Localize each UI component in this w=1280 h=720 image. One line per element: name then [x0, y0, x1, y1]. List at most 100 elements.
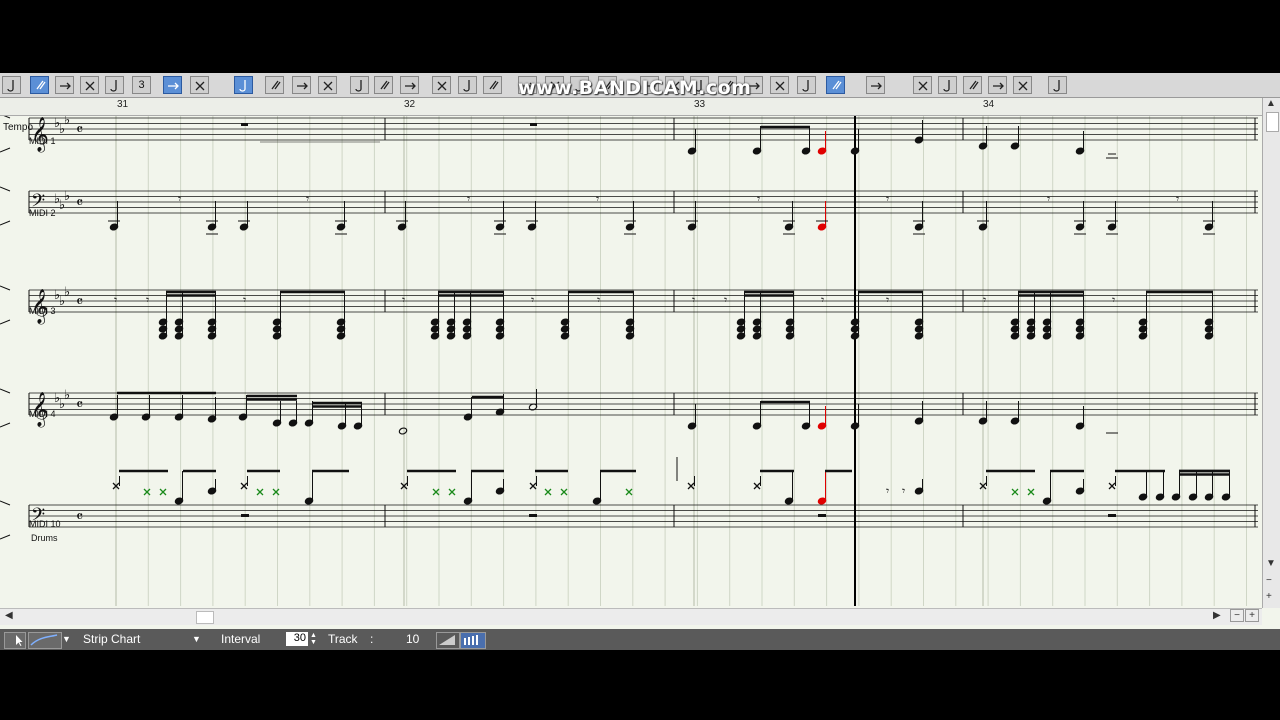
- tie-button[interactable]: [988, 76, 1007, 94]
- beam-join-button[interactable]: [350, 76, 369, 94]
- select-tool-button[interactable]: [2, 76, 21, 94]
- vertical-scrollbar[interactable]: ▲ ▼ − +: [1262, 98, 1280, 608]
- eighth-rest-icon: 𝄾: [692, 293, 695, 307]
- grace-note-button[interactable]: [265, 76, 284, 94]
- insert-bar-button[interactable]: [483, 76, 502, 94]
- drum-note[interactable]: [256, 488, 264, 496]
- drum-note[interactable]: [240, 482, 248, 490]
- eighth-rest-icon: 𝄾: [306, 192, 309, 206]
- spin-down-icon[interactable]: ▼: [310, 639, 317, 650]
- track-marker-icon: [0, 116, 11, 153]
- eighth-rest-icon: 𝄾: [1112, 293, 1115, 307]
- eighth-note-button[interactable]: [105, 76, 124, 94]
- staff-canvas[interactable]: 𝄞 ♭♭♭ 𝄴𝄢 ♭♭♭ 𝄴𝄞 ♭♭♭ 𝄴𝄞 ♭♭♭ 𝄴𝄢 𝄴♪𝄾 𝄾 𝄾 𝄾 𝄾 𝄾 𝄾 𝄾𝄾 𝄾 𝄾 𝄾 𝄾 𝄾 𝄾 𝄾 𝄾…: [0, 116, 1262, 606]
- chart-mode-select[interactable]: Strip Chart: [83, 632, 140, 647]
- eighth-rest-icon: 𝄾: [1047, 192, 1050, 206]
- scroll-up-icon[interactable]: ▲: [1266, 98, 1276, 109]
- eighth-rest-icon: 𝄾: [467, 192, 470, 206]
- scroll-down-icon[interactable]: ▼: [1266, 558, 1276, 569]
- half-note-button[interactable]: [55, 76, 74, 94]
- rest-button[interactable]: [1013, 76, 1032, 94]
- treble-clef-icon: 𝄞: [31, 392, 49, 428]
- horizontal-scroll-thumb[interactable]: [196, 611, 214, 624]
- whole-note-button[interactable]: [797, 76, 816, 94]
- quarter-note-button[interactable]: [80, 76, 99, 94]
- half-note-button[interactable]: [826, 76, 845, 94]
- slur-button[interactable]: [432, 76, 451, 94]
- bass-clef-icon: 𝄢: [31, 191, 45, 216]
- eighth-rest-icon: 𝄾: [886, 293, 889, 307]
- zoom-out-horizontal-icon[interactable]: −: [1230, 609, 1244, 622]
- eighth-rest-icon: 𝄾: [757, 192, 760, 206]
- stem-down-button[interactable]: [400, 76, 419, 94]
- drum-note[interactable]: [272, 488, 280, 496]
- drum-note[interactable]: [1027, 488, 1035, 496]
- status-bar: ▼ Strip Chart ▼ Interval 30 ▲ ▼ Track : …: [0, 629, 1280, 650]
- scroll-right-icon[interactable]: ▶: [1213, 610, 1221, 621]
- treble-clef-icon: 𝄞: [31, 289, 49, 325]
- select-tool-button[interactable]: [770, 76, 789, 94]
- common-time-icon: 𝄴: [76, 193, 83, 212]
- eighth-rest-icon: 𝄾: [243, 293, 246, 307]
- drum-note[interactable]: [432, 488, 440, 496]
- track-label: Track: [328, 632, 358, 646]
- triplet-button[interactable]: [963, 76, 982, 94]
- scroll-left-icon[interactable]: ◀: [5, 610, 13, 621]
- quarter-note-button[interactable]: [866, 76, 885, 94]
- chevron-down-icon[interactable]: ▼: [192, 632, 201, 647]
- track-separator: :: [370, 632, 374, 646]
- drum-note[interactable]: [1011, 488, 1019, 496]
- flat-icon: ♭: [64, 388, 70, 403]
- bass-clef-icon: 𝄢: [31, 505, 45, 530]
- measure-ruler[interactable]: 31 32 33 34: [0, 98, 1262, 116]
- recording-watermark: www.BANDICAM.com: [518, 77, 752, 99]
- beam-button[interactable]: [292, 76, 311, 94]
- drum-note[interactable]: [448, 488, 456, 496]
- horizontal-scrollbar[interactable]: ◀ ▶ − +: [0, 608, 1262, 625]
- track-marker-icon: [0, 285, 11, 325]
- drum-note[interactable]: [1108, 482, 1116, 490]
- flat-icon: ♭: [64, 285, 70, 300]
- cursor-tool-icon[interactable]: [4, 632, 26, 649]
- whole-rest-icon: [241, 514, 249, 517]
- interval-label: Interval: [221, 632, 261, 646]
- zoom-in-horizontal-icon[interactable]: +: [1245, 609, 1259, 622]
- velocity-ramp-icon[interactable]: [436, 632, 460, 649]
- stem-up-button[interactable]: [374, 76, 393, 94]
- whole-note-button[interactable]: [30, 76, 49, 94]
- triplet-button[interactable]: [163, 76, 182, 94]
- eighth-rest-icon: 𝄾: [596, 192, 599, 206]
- whole-rest-icon: [1108, 514, 1116, 517]
- drum-note[interactable]: [687, 482, 695, 490]
- zoom-out-vertical-icon[interactable]: −: [1266, 575, 1272, 586]
- whole-rest-icon: [529, 514, 537, 517]
- grace-note-button[interactable]: [1048, 76, 1067, 94]
- drum-note[interactable]: [625, 488, 633, 496]
- line-tool-icon[interactable]: [28, 632, 62, 649]
- eighth-note-button[interactable]: [913, 76, 932, 94]
- zoom-in-vertical-icon[interactable]: +: [1266, 591, 1272, 602]
- drum-note[interactable]: [159, 488, 167, 496]
- drum-note[interactable]: [544, 488, 552, 496]
- drum-note[interactable]: [560, 488, 568, 496]
- score-area[interactable]: Tempo MIDI 1 MIDI 2 MIDI 3 MIDI 4 MIDI 1…: [0, 116, 1262, 606]
- track-marker-icon: [0, 500, 11, 540]
- measure-number: 34: [983, 99, 995, 110]
- velocity-bars-icon[interactable]: [460, 632, 486, 649]
- interval-input[interactable]: 30: [286, 632, 308, 646]
- chevron-down-icon[interactable]: ▼: [62, 632, 71, 647]
- drum-note[interactable]: [143, 488, 151, 496]
- eighth-rest-icon: 𝄾: [146, 293, 149, 307]
- beam-break-button[interactable]: [318, 76, 337, 94]
- rest-button[interactable]: [234, 76, 253, 94]
- note-head[interactable]: [398, 427, 408, 435]
- tie-button[interactable]: [190, 76, 209, 94]
- whole-rest-icon: [818, 514, 826, 517]
- eighth-rest-icon: 𝄾: [597, 293, 600, 307]
- drum-note[interactable]: [753, 482, 761, 490]
- drum-note[interactable]: [529, 482, 537, 490]
- sixteenth-note-button[interactable]: [938, 76, 957, 94]
- text-tool-button[interactable]: [458, 76, 477, 94]
- vertical-scroll-thumb[interactable]: [1266, 112, 1279, 132]
- sixteenth-note-button[interactable]: 3: [132, 76, 151, 94]
